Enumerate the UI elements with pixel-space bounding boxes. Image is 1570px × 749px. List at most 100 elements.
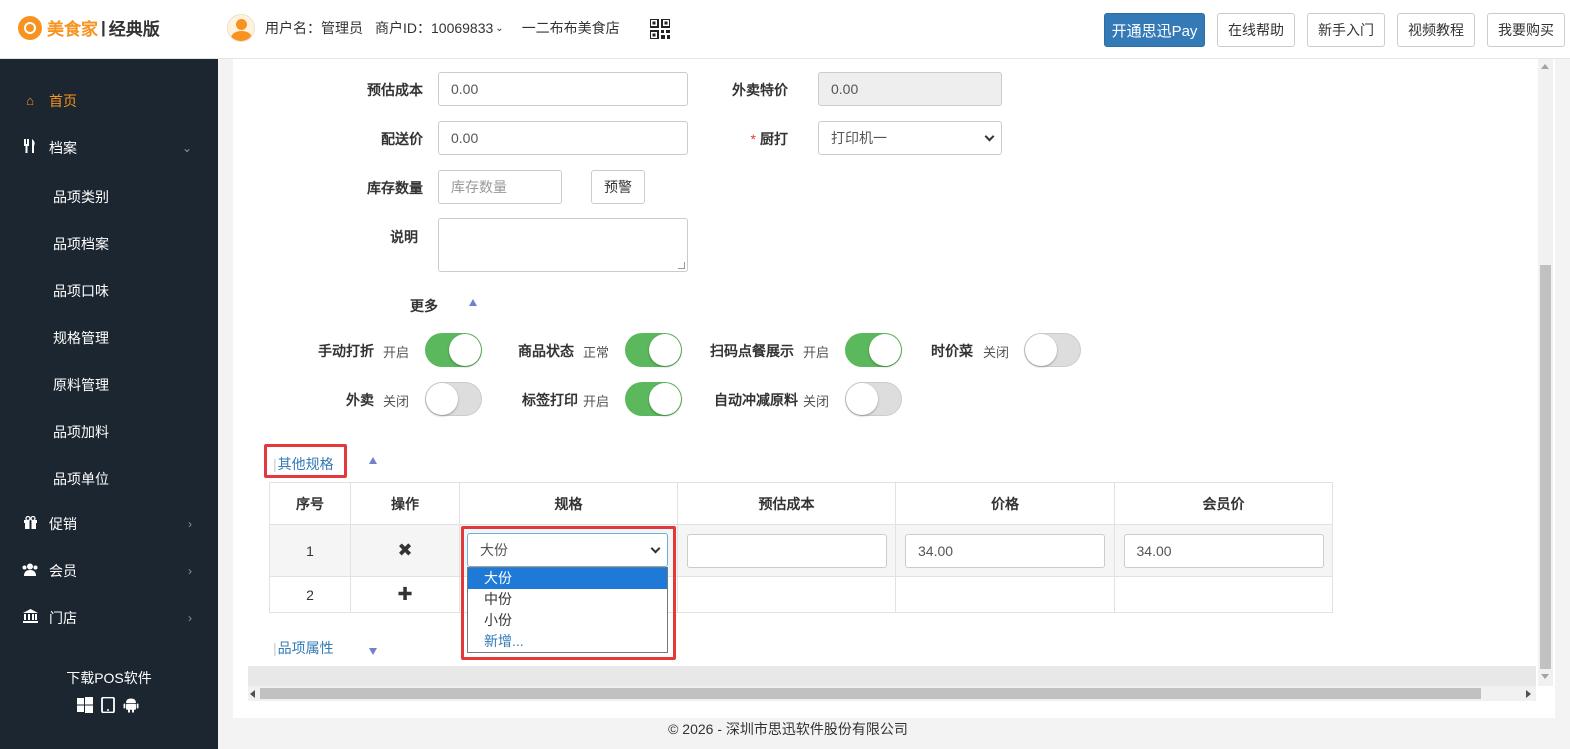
store-name: 一二布布美食店: [521, 20, 620, 36]
collapse-up-icon[interactable]: [469, 299, 477, 306]
sidebar-subitem-item-archive[interactable]: 品项档案: [53, 234, 109, 254]
delete-row-icon[interactable]: ✖: [350, 524, 460, 577]
chevron-right-icon: ›: [188, 610, 192, 625]
toggle-state-market-price: 关闭: [983, 345, 1010, 360]
spec-table: 序号 操作 规格 预估成本 价格 会员价 1 ✖ 34.00 34.00 2 ✚: [269, 482, 1333, 613]
note-textarea[interactable]: [438, 218, 688, 272]
item-attributes-title: 品项属性: [277, 640, 334, 656]
android-icon[interactable]: [123, 697, 139, 713]
horizontal-scroll-thumb[interactable]: [260, 688, 1481, 699]
chevron-right-icon: ›: [188, 563, 192, 578]
sidebar-item-archive[interactable]: 档案 ⌄: [0, 124, 218, 171]
dropdown-option-medium[interactable]: 中份: [468, 589, 667, 610]
collapse-up-icon[interactable]: [369, 457, 377, 464]
scroll-right-arrow-icon[interactable]: [1526, 690, 1531, 698]
required-mark: *: [750, 131, 756, 147]
toggle-label-manual-discount: 手动打折: [318, 343, 374, 359]
buy-button[interactable]: 我要购买: [1487, 13, 1565, 47]
chevron-down-icon[interactable]: ⌄: [495, 23, 503, 34]
more-label: 更多: [410, 298, 438, 314]
col-header-price: 价格: [895, 482, 1115, 525]
merchant-id[interactable]: 商户ID：10069833: [375, 18, 493, 38]
sidebar-subitem-unit[interactable]: 品项单位: [53, 469, 109, 489]
member-price-cell: [1114, 576, 1333, 613]
gift-icon: [22, 515, 38, 532]
sidebar-item-promotion[interactable]: 促销 ›: [0, 500, 218, 547]
sidebar-item-home[interactable]: ⌂ 首页: [0, 77, 218, 124]
username: 用户名：管理员: [265, 20, 363, 36]
cost-cell: [677, 524, 896, 577]
open-pay-button[interactable]: 开通思迅Pay: [1104, 13, 1205, 47]
item-attributes-toggle[interactable]: |品项属性: [273, 638, 334, 658]
cost-input[interactable]: [686, 533, 887, 568]
chevron-down-icon: [984, 131, 995, 142]
note-label: 说明: [390, 229, 418, 245]
product-status-toggle[interactable]: [625, 333, 682, 367]
takeout-toggle[interactable]: [425, 382, 482, 416]
user-info: 用户名：管理员 商户ID：10069833 ⌄ 一二布布美食店: [227, 14, 632, 42]
price-input[interactable]: 34.00: [905, 533, 1105, 568]
logo-icon: [18, 15, 42, 40]
tablet-icon[interactable]: [101, 697, 115, 713]
sidebar-subitem-addon[interactable]: 品项加料: [53, 422, 109, 442]
sidebar-subitem-category[interactable]: 品项类别: [53, 187, 109, 207]
takeout-special-input: 0.00: [818, 72, 1002, 106]
scroll-left-arrow-icon[interactable]: [250, 690, 255, 698]
col-header-member-price: 会员价: [1114, 482, 1333, 525]
vertical-scroll-thumb[interactable]: [1540, 265, 1551, 669]
delivery-price-label: 配送价: [381, 131, 423, 147]
sidebar: ⌂ 首页 档案 ⌄ 品项类别 品项档案 品项口味 规格管理 原料管理 品项加料 …: [0, 59, 218, 749]
member-price-input[interactable]: 34.00: [1123, 533, 1324, 568]
delivery-price-input[interactable]: 0.00: [438, 121, 688, 155]
windows-icon[interactable]: [77, 697, 93, 713]
market-price-toggle[interactable]: [1024, 333, 1081, 367]
label-print-toggle[interactable]: [625, 382, 682, 416]
qr-code-icon[interactable]: [650, 19, 670, 39]
sidebar-subitem-flavor[interactable]: 品项口味: [53, 281, 109, 301]
beginner-guide-button[interactable]: 新手入门: [1307, 13, 1385, 47]
video-tutorial-button[interactable]: 视频教程: [1397, 13, 1475, 47]
home-icon: ⌂: [26, 93, 34, 108]
sidebar-subitem-spec[interactable]: 规格管理: [53, 328, 109, 348]
form-bottom-band: [248, 666, 1536, 686]
toggle-state-label-print: 开启: [583, 394, 610, 409]
add-row-icon[interactable]: ✚: [350, 576, 460, 613]
toggle-state-takeout: 关闭: [383, 394, 410, 409]
manual-discount-toggle[interactable]: [425, 333, 482, 367]
logo[interactable]: 美食家 | 经典版: [18, 15, 160, 40]
footer-copyright: © 2026 - 深圳市思迅软件股份有限公司: [668, 721, 908, 737]
dropdown-option-small[interactable]: 小份: [468, 610, 667, 631]
spec-select[interactable]: 大份: [467, 533, 668, 567]
row-no: 2: [269, 576, 351, 613]
other-specs-toggle[interactable]: |其他规格: [273, 454, 334, 474]
platform-icons: [77, 697, 139, 713]
online-help-button[interactable]: 在线帮助: [1217, 13, 1295, 47]
chevron-down-icon: ⌄: [181, 140, 192, 155]
toggle-label-product-status: 商品状态: [518, 343, 574, 359]
sidebar-subitem-material[interactable]: 原料管理: [53, 375, 109, 395]
expand-down-icon[interactable]: [369, 648, 377, 655]
dropdown-option-add-new[interactable]: 新增...: [468, 631, 667, 652]
avatar[interactable]: [227, 14, 255, 42]
spec-dropdown-list: 大份 中份 小份 新增...: [467, 567, 668, 653]
scan-order-toggle[interactable]: [845, 333, 902, 367]
member-price-cell: 34.00: [1114, 524, 1333, 577]
kitchen-printer-select[interactable]: 打印机一: [818, 121, 1002, 155]
utensils-icon: [22, 139, 38, 156]
download-pos-label[interactable]: 下载POS软件: [0, 668, 218, 688]
dropdown-option-large[interactable]: 大份: [468, 568, 667, 589]
sidebar-item-member[interactable]: 会员 ›: [0, 547, 218, 594]
bank-icon: [22, 609, 38, 626]
sidebar-item-label: 首页: [49, 92, 77, 109]
stock-alert-button[interactable]: 预警: [591, 170, 645, 204]
auto-deduct-toggle[interactable]: [845, 382, 902, 416]
price-cell: [895, 576, 1115, 613]
scroll-up-arrow-icon[interactable]: [1541, 64, 1549, 69]
kitchen-print-label: * 厨打: [700, 129, 788, 149]
scroll-down-arrow-icon[interactable]: [1541, 674, 1549, 679]
est-cost-input[interactable]: 0.00: [438, 72, 688, 106]
sidebar-item-store[interactable]: 门店 ›: [0, 594, 218, 641]
toggle-label-label-print: 标签打印: [522, 392, 578, 408]
other-specs-title: 其他规格: [277, 456, 334, 472]
stock-input[interactable]: 库存数量: [438, 170, 562, 204]
